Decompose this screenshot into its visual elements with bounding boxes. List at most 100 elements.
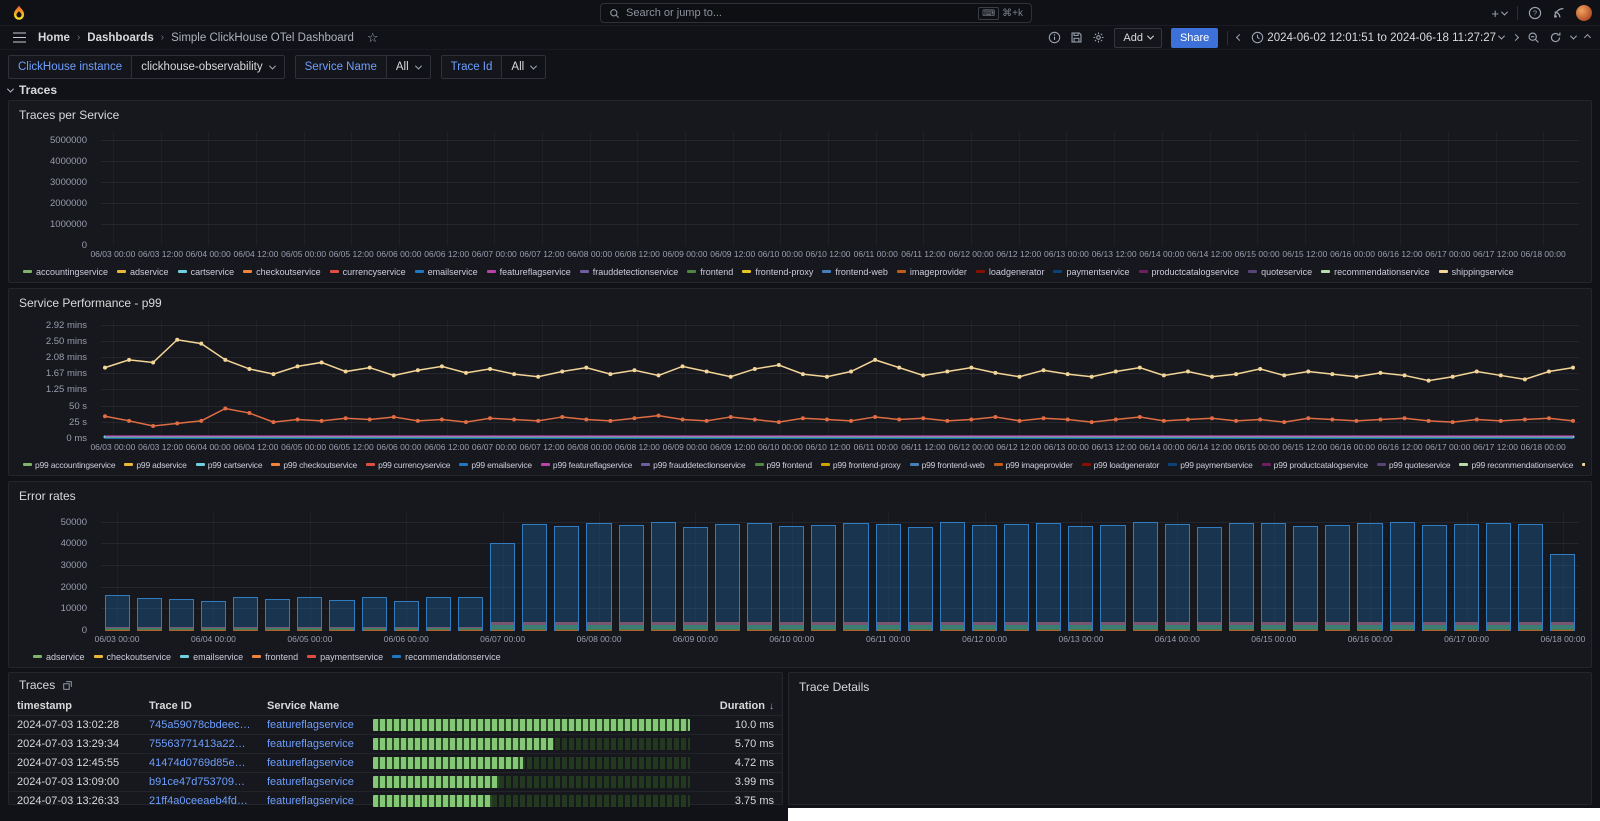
legend-item[interactable]: paymentservice [1053, 267, 1129, 277]
news-icon[interactable] [1552, 6, 1566, 20]
legend-item[interactable]: productcatalogservice [1139, 267, 1240, 277]
legend-item[interactable]: p99 currencyservice [366, 460, 450, 470]
error-bar[interactable] [1229, 523, 1254, 631]
legend-item[interactable]: accountingservice [23, 267, 108, 277]
variable-value-dropdown[interactable]: All [502, 55, 546, 79]
legend-item[interactable]: p99 featureflagservice [541, 460, 632, 470]
scroll-to-top-icon[interactable] [1585, 35, 1590, 40]
table-row[interactable]: 2024-07-03 13:09:00b91ce47d753709695f1d.… [9, 773, 782, 792]
col-duration[interactable]: Duration↓ [698, 697, 782, 716]
legend-item[interactable]: recommendationservice [1321, 267, 1430, 277]
error-bar[interactable] [1004, 524, 1029, 631]
error-bar[interactable] [972, 525, 997, 631]
error-bar[interactable] [1518, 524, 1543, 631]
error-bar[interactable] [362, 597, 387, 631]
col-trace-id[interactable]: Trace ID [141, 697, 259, 716]
error-bar[interactable] [265, 599, 290, 631]
error-bar[interactable] [1133, 522, 1158, 631]
table-row[interactable]: 2024-07-03 13:02:28745a59078cbdeec39b7..… [9, 716, 782, 735]
error-bar[interactable] [683, 527, 708, 631]
legend-item[interactable]: p99 emailservice [459, 460, 532, 470]
legend-item[interactable]: shippingservice [1439, 267, 1514, 277]
plot-area[interactable] [101, 319, 1579, 439]
error-bar[interactable] [1325, 525, 1350, 631]
error-bar[interactable] [1454, 524, 1479, 631]
error-bar[interactable] [811, 525, 836, 631]
plot-area[interactable] [101, 512, 1579, 631]
error-bar[interactable] [908, 527, 933, 631]
legend-item[interactable]: frontend-web [822, 267, 888, 277]
error-bar[interactable] [1422, 525, 1447, 631]
variable-label[interactable]: Trace Id [441, 55, 503, 79]
panel-title[interactable]: Trace Details [799, 680, 869, 694]
error-bar[interactable] [297, 597, 322, 631]
share-button[interactable]: Share [1171, 28, 1218, 48]
error-bar[interactable] [1100, 525, 1125, 631]
error-bar[interactable] [1550, 554, 1575, 631]
service-name-link[interactable]: featureflagservice [259, 716, 365, 735]
error-bar[interactable] [233, 597, 258, 631]
legend-item[interactable]: quoteservice [1248, 267, 1312, 277]
panel-title[interactable]: Service Performance - p99 [19, 296, 162, 310]
mega-menu-toggle[interactable] [10, 29, 28, 47]
legend-item[interactable]: checkoutservice [94, 652, 172, 662]
legend-item[interactable]: p99 frontend [755, 460, 812, 470]
variable-value-dropdown[interactable]: clickhouse-observability [132, 55, 284, 79]
legend-item[interactable]: imageprovider [897, 267, 967, 277]
error-bar[interactable] [426, 597, 451, 631]
legend-item[interactable]: featureflagservice [487, 267, 571, 277]
error-bar[interactable] [554, 526, 579, 631]
variable-label[interactable]: Service Name [295, 55, 387, 79]
refresh-icon[interactable] [1549, 31, 1562, 44]
legend-item[interactable]: emailservice [415, 267, 478, 277]
legend-item[interactable]: currencyservice [330, 267, 406, 277]
legend-item[interactable]: p99 productcatalogservice [1262, 460, 1368, 470]
panel-title[interactable]: Traces [19, 678, 55, 692]
error-bar[interactable] [1357, 523, 1382, 631]
trace-id-link[interactable]: 75563771413a22a54618... [141, 735, 259, 754]
error-bar[interactable] [779, 526, 804, 631]
time-shift-forward-icon[interactable] [1513, 35, 1518, 40]
legend-item[interactable]: p99 paymentservice [1168, 460, 1252, 470]
legend-item[interactable]: p99 frontend-web [910, 460, 985, 470]
line-series[interactable] [105, 409, 1573, 427]
error-bar[interactable] [394, 601, 419, 631]
error-bar[interactable] [169, 599, 194, 631]
service-name-link[interactable]: featureflagservice [259, 792, 365, 811]
error-bar[interactable] [843, 523, 868, 631]
error-bar[interactable] [876, 524, 901, 631]
line-series[interactable] [105, 340, 1573, 381]
legend-item[interactable]: frontend-proxy [742, 267, 813, 277]
legend-item[interactable]: p99 loadgenerator [1082, 460, 1160, 470]
trace-id-link[interactable]: 21ff4a0ceeaeb4fd90af0... [141, 792, 259, 811]
service-name-link[interactable]: featureflagservice [259, 754, 365, 773]
legend-item[interactable]: paymentservice [307, 652, 383, 662]
help-icon[interactable]: ? [1528, 6, 1542, 20]
error-bar[interactable] [201, 601, 226, 631]
legend-item[interactable]: checkoutservice [243, 267, 321, 277]
panel-title[interactable]: Error rates [19, 489, 76, 503]
trace-id-link[interactable]: 745a59078cbdeec39b7... [141, 716, 259, 735]
variable-value-dropdown[interactable]: All [387, 55, 431, 79]
dashboard-insights-icon[interactable] [1048, 31, 1061, 44]
error-bar[interactable] [747, 523, 772, 631]
legend-item[interactable]: p99 frontend-proxy [821, 460, 901, 470]
table-row[interactable]: 2024-07-03 13:29:3475563771413a22a54618.… [9, 735, 782, 754]
zoom-out-time-icon[interactable] [1527, 31, 1540, 44]
error-bar[interactable] [137, 598, 162, 631]
error-bar[interactable] [1036, 523, 1061, 631]
search-input[interactable]: Search or jump to... ⌨ ⌘+k [600, 3, 1032, 23]
error-bar[interactable] [940, 522, 965, 631]
new-button[interactable]: + [1491, 6, 1507, 21]
panel-title[interactable]: Traces per Service [19, 108, 119, 122]
row-header-traces[interactable]: Traces [8, 83, 57, 97]
trace-id-link[interactable]: 41474d0769d85ee2828... [141, 754, 259, 773]
table-row[interactable]: 2024-07-03 12:45:5541474d0769d85ee2828..… [9, 754, 782, 773]
error-bar[interactable] [1390, 522, 1415, 631]
error-bar[interactable] [1165, 524, 1190, 631]
dashboard-settings-icon[interactable] [1092, 31, 1105, 44]
legend-item[interactable]: p99 adservice [124, 460, 186, 470]
breadcrumb-dashboards[interactable]: Dashboards [87, 32, 153, 44]
breadcrumb-home[interactable]: Home [38, 32, 70, 44]
legend-item[interactable]: p99 frauddetectionservice [641, 460, 745, 470]
